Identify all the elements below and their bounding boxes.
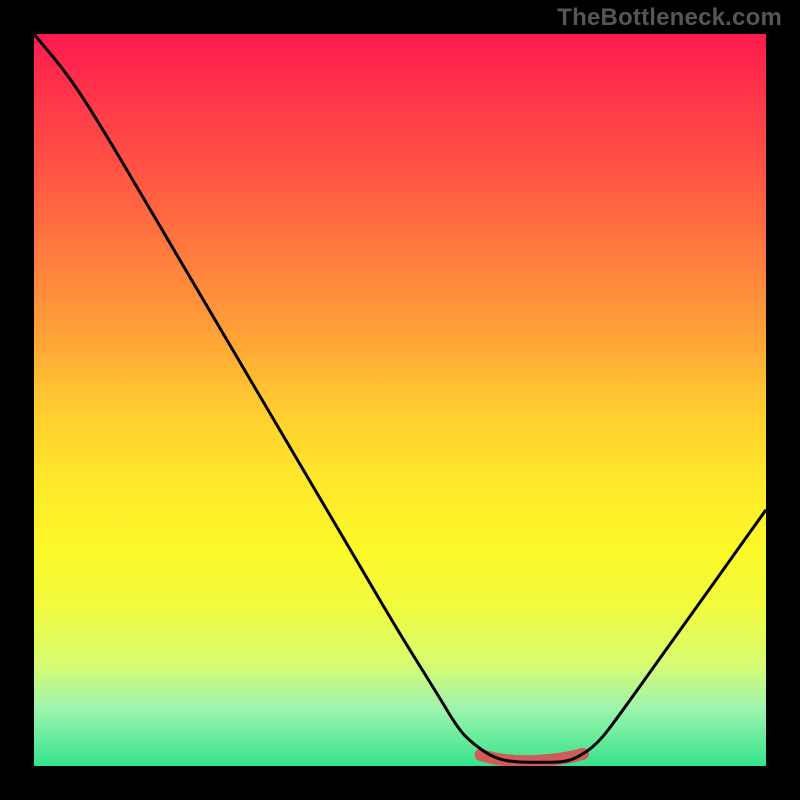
chart-frame: TheBottleneck.com bbox=[0, 0, 800, 800]
plot-area bbox=[34, 34, 766, 766]
curve-svg bbox=[34, 34, 766, 766]
watermark-text: TheBottleneck.com bbox=[557, 4, 782, 32]
bottleneck-curve bbox=[34, 34, 766, 762]
